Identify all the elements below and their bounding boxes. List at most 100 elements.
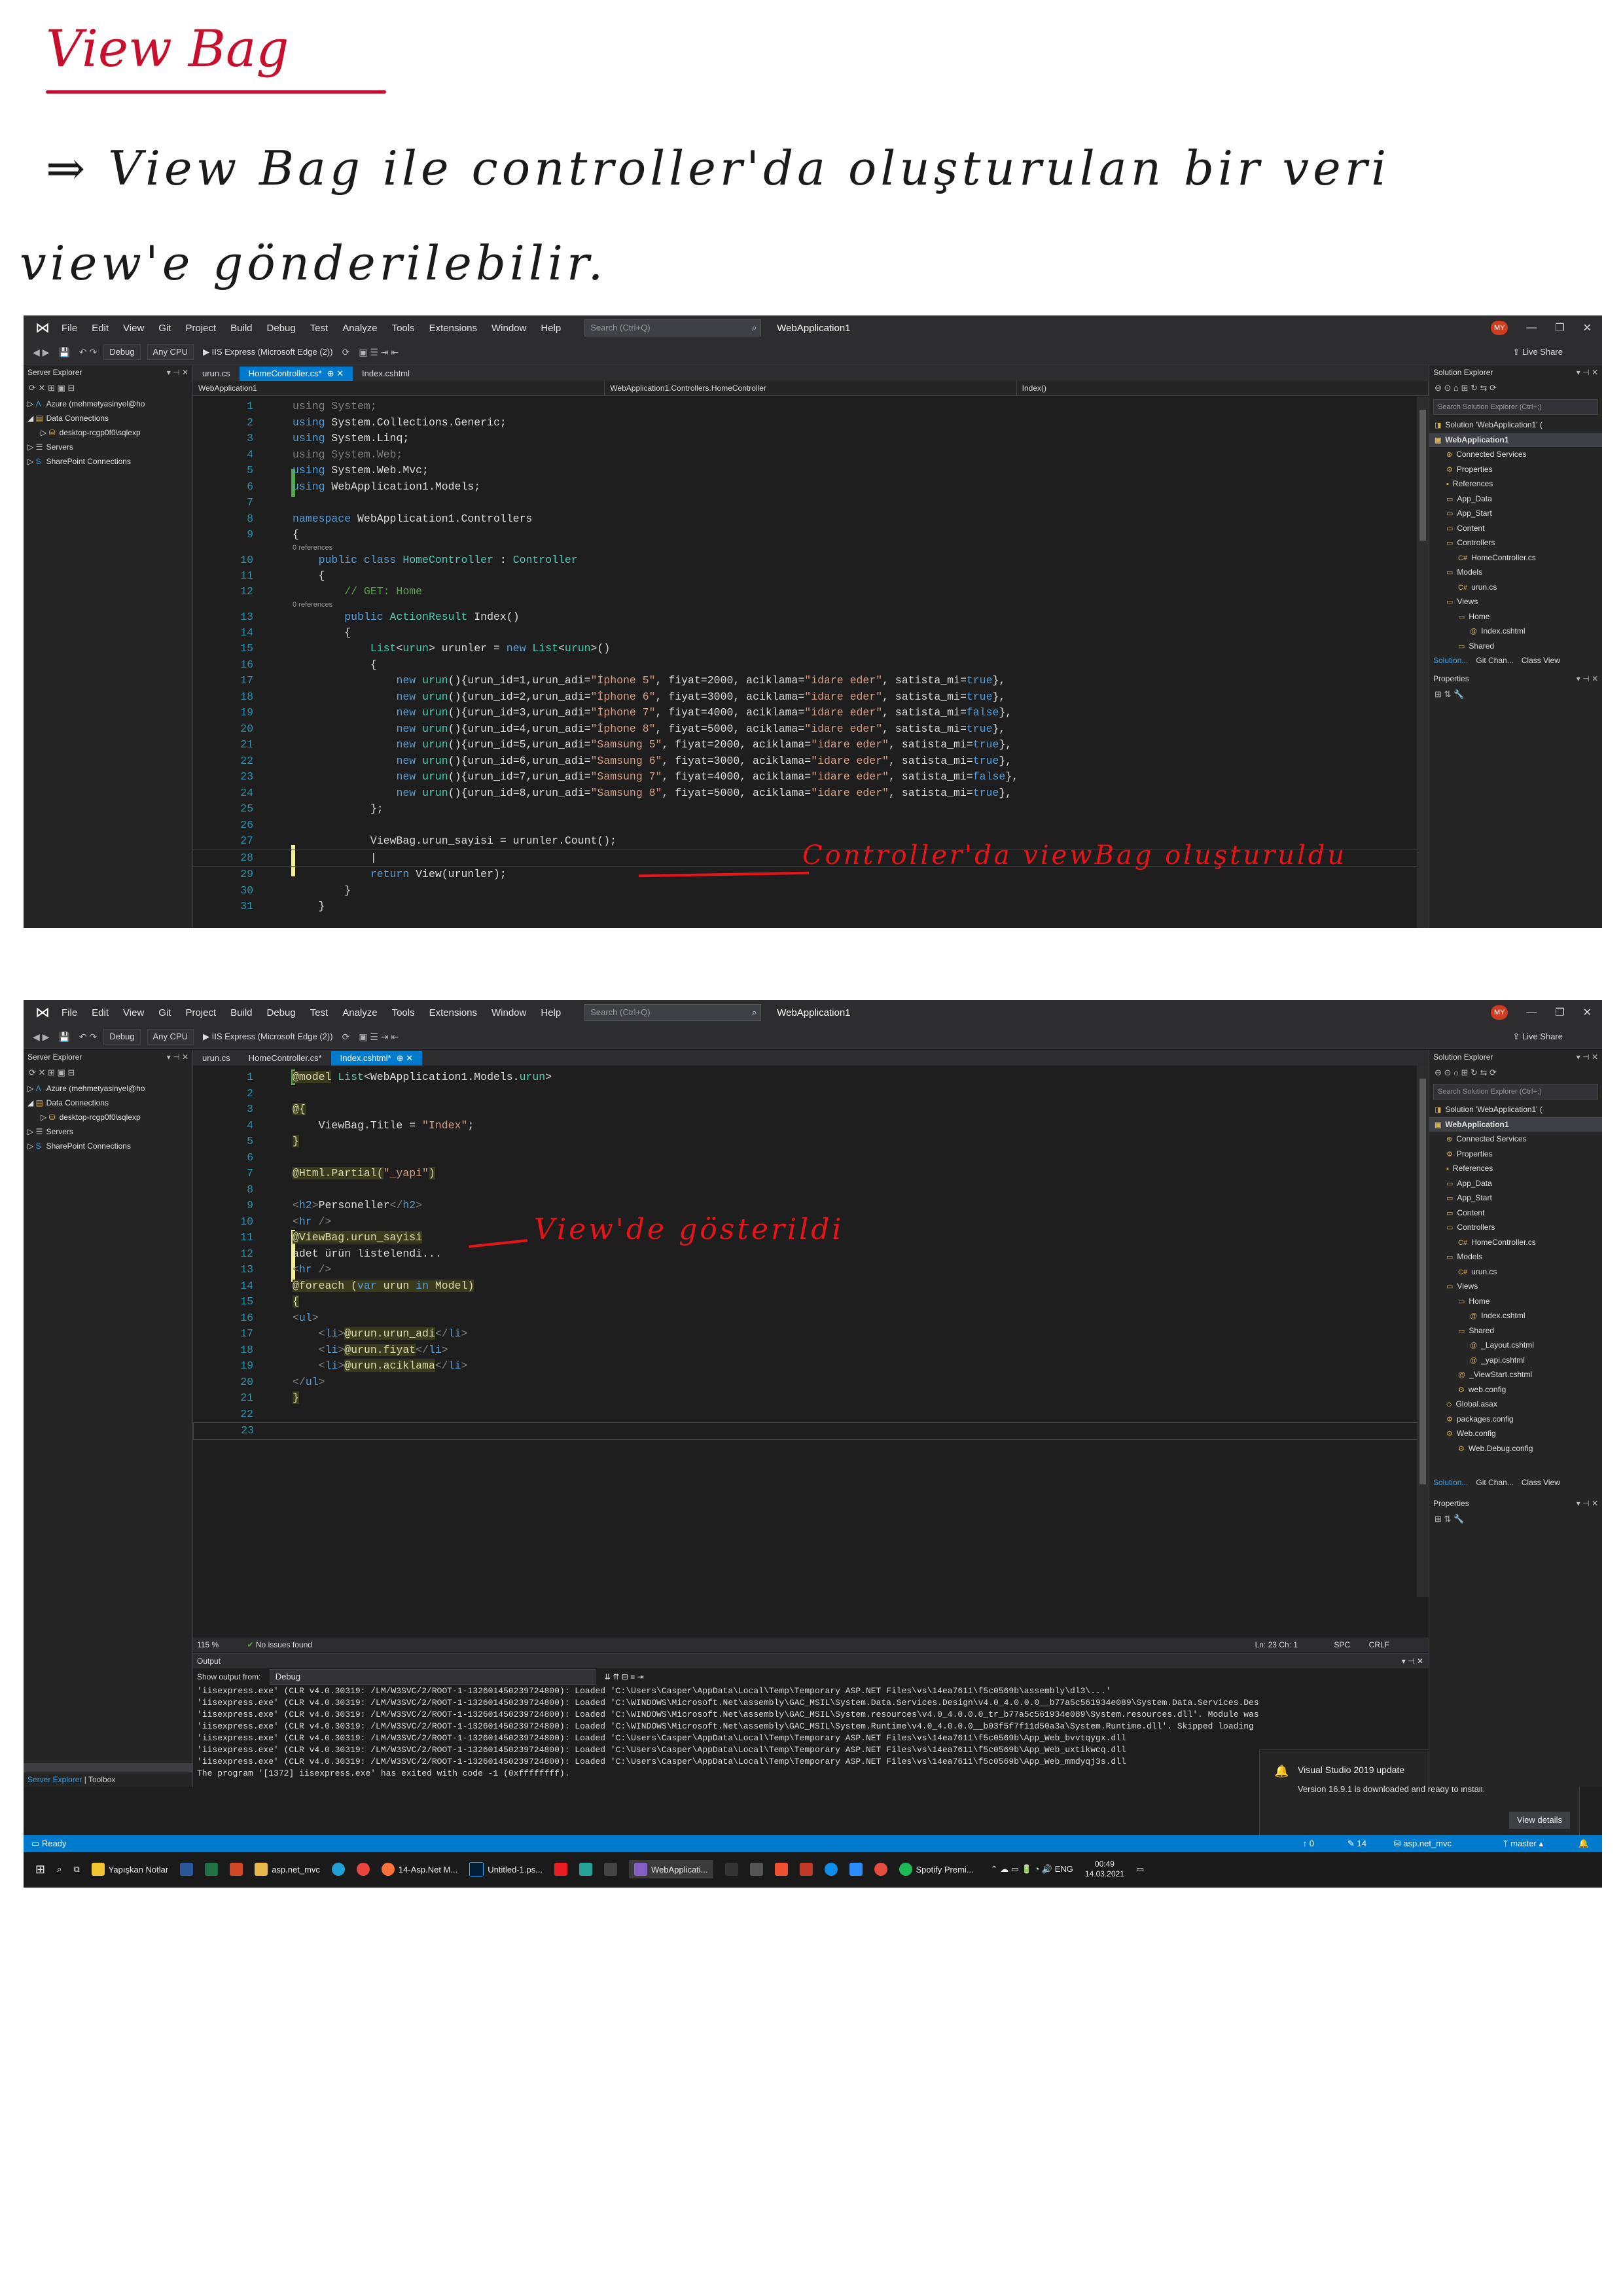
edge-icon[interactable] <box>331 1863 345 1876</box>
properties-tools[interactable]: ⊞ ⇅ 🔧 <box>1429 686 1602 703</box>
line-ending[interactable]: CRLF <box>1369 1638 1389 1652</box>
solution-tree-item[interactable]: ▭ Home <box>1429 1294 1602 1309</box>
solution-tree-item[interactable]: ⊛ Connected Services <box>1429 1132 1602 1147</box>
run-button[interactable]: ▶ IIS Express (Microsoft Edge (2)) <box>203 347 333 357</box>
references-hint[interactable]: 0 references <box>293 543 578 552</box>
solution-tree-item[interactable]: @ Index.cshtml <box>1429 1308 1602 1323</box>
tree-item-azure[interactable]: ▷ Λ Azure (mehmetyasinyel@ho <box>24 397 192 411</box>
app-icon[interactable] <box>579 1863 593 1876</box>
solution-tree-item[interactable]: ▭ Controllers <box>1429 535 1602 550</box>
tab-homecontroller[interactable]: HomeController.cs* ⊕ ✕ <box>239 367 353 381</box>
editor-scrollbar[interactable] <box>1417 1066 1429 1597</box>
solution-tree-item[interactable]: ▭ Models <box>1429 565 1602 580</box>
tab-homecontroller[interactable]: HomeController.cs* <box>240 1051 331 1066</box>
menu-analyze[interactable]: Analyze <box>342 1007 377 1018</box>
menu-git[interactable]: Git <box>158 1007 171 1018</box>
live-share-button[interactable]: ⇪ Live Share <box>1512 347 1563 357</box>
tab-git-changes[interactable]: Git Chan... <box>1476 1475 1513 1490</box>
solution-explorer-tools[interactable]: ⊖ ⊙ ⌂ ⊞ ↻ ⇆ ⟳ <box>1429 380 1602 397</box>
code-editor[interactable]: 1 @model List<WebApplication1.Models.urun… <box>193 1066 1429 1440</box>
record-icon[interactable] <box>874 1863 887 1876</box>
search-input[interactable]: Search (Ctrl+Q) ⌕ <box>584 1004 762 1021</box>
spacing-mode[interactable]: SPC <box>1334 1638 1350 1652</box>
menu-window[interactable]: Window <box>491 323 526 334</box>
menu-window[interactable]: Window <box>491 1007 526 1018</box>
tab-index-cshtml[interactable]: Index.cshtml* ⊕ ✕ <box>330 1051 423 1066</box>
taskbar-folder[interactable]: asp.net_mvc <box>255 1863 320 1876</box>
tab-git-changes[interactable]: Git Chan... <box>1476 653 1513 668</box>
bookmark-icon[interactable]: ▣ ☰ ⇥ ⇤ <box>359 347 399 358</box>
repo-indicator[interactable]: ⛁ asp.net_mvc <box>1394 1835 1452 1852</box>
scroll-thumb[interactable] <box>1419 410 1426 541</box>
notification-center-icon[interactable]: ▭ <box>1136 1864 1144 1874</box>
pin-icon[interactable]: ▾ ⊣ ✕ <box>1577 1050 1598 1064</box>
solution-tree-item[interactable]: ▭ Content <box>1429 521 1602 536</box>
solution-tree-item[interactable]: ▭ Views <box>1429 594 1602 609</box>
changes-indicator[interactable]: ✎ 14 <box>1347 1835 1366 1852</box>
menu-project[interactable]: Project <box>185 1007 216 1018</box>
settings-icon[interactable] <box>749 1863 763 1876</box>
menu-tools[interactable]: Tools <box>392 1007 415 1018</box>
close-icon[interactable]: ✕ <box>1583 1006 1592 1019</box>
avatar[interactable]: MY <box>1491 321 1508 335</box>
tree-item-servers[interactable]: ▷ ☰ Servers <box>24 440 192 454</box>
taskbar-spotify[interactable]: Spotify Premi... <box>899 1863 974 1876</box>
tab-class-view[interactable]: Class View <box>1522 653 1560 668</box>
minimize-icon[interactable]: — <box>1526 1007 1537 1018</box>
minimize-icon[interactable]: — <box>1526 322 1537 334</box>
pin-icon[interactable]: ▾ ⊣ ✕ <box>1577 672 1598 686</box>
menu-test[interactable]: Test <box>310 323 329 334</box>
search-input[interactable]: Search (Ctrl+Q) ⌕ <box>584 319 762 336</box>
menu-extensions[interactable]: Extensions <box>429 323 477 334</box>
refresh-icon[interactable]: ⟳ <box>342 1031 350 1043</box>
menu-analyze[interactable]: Analyze <box>342 323 377 334</box>
git-icon[interactable] <box>774 1863 788 1876</box>
zoom-icon[interactable] <box>849 1863 863 1876</box>
solution-tree-item[interactable]: C# urun.cs <box>1429 1265 1602 1280</box>
solution-tree-item[interactable]: ▣ WebApplication1 <box>1429 432 1602 447</box>
windows-start-icon[interactable]: ⊞ <box>35 1863 45 1876</box>
editor-scrollbar[interactable] <box>1417 397 1429 928</box>
live-share-button[interactable]: ⇪ Live Share <box>1512 1031 1563 1042</box>
solution-tree-item[interactable]: ▪ References <box>1429 1161 1602 1176</box>
solution-tree-item[interactable]: ⊛ Connected Services <box>1429 447 1602 462</box>
zoom-level[interactable]: 115 % <box>197 1640 219 1649</box>
solution-tree-item[interactable]: ⚙ Properties <box>1429 462 1602 477</box>
nav-member[interactable]: Index() <box>1017 381 1429 395</box>
menu-edit[interactable]: Edit <box>92 1007 109 1018</box>
terminal-icon[interactable] <box>724 1863 738 1876</box>
solution-tree-item[interactable]: ▭ Controllers <box>1429 1220 1602 1235</box>
menu-build[interactable]: Build <box>230 1007 252 1018</box>
menu-tools[interactable]: Tools <box>392 323 415 334</box>
notifications-icon[interactable]: 🔔 <box>1578 1835 1589 1852</box>
pin-icon[interactable]: ▾ ⊣ ✕ <box>167 1050 188 1064</box>
solution-tree-item[interactable]: ▣ WebApplication1 <box>1429 1117 1602 1132</box>
task-view-icon[interactable]: ⧉ <box>73 1864 79 1874</box>
tree-item-azure[interactable]: ▷ Λ Azure (mehmetyasinyel@ho <box>24 1081 192 1096</box>
pin-icon[interactable]: ▾ ⊣ ✕ <box>1577 1496 1598 1511</box>
config-select[interactable]: Debug <box>103 1029 141 1045</box>
solution-search-input[interactable]: Search Solution Explorer (Ctrl+;) <box>1433 1084 1598 1100</box>
code-editor[interactable]: 1 using System; 2 using System.Collections… <box>193 396 1429 915</box>
tab-solution[interactable]: Solution... <box>1433 653 1468 668</box>
tools-icon[interactable] <box>604 1863 618 1876</box>
view-details-button[interactable]: View details <box>1508 1812 1570 1829</box>
branch-indicator[interactable]: ᛘ master ▴ <box>1503 1835 1543 1852</box>
nav-class[interactable]: WebApplication1.Controllers.HomeControll… <box>605 381 1017 395</box>
references-hint[interactable]: 0 references <box>293 600 520 609</box>
tree-item-servers[interactable]: ▷ ☰ Servers <box>24 1124 192 1139</box>
properties-tools[interactable]: ⊞ ⇅ 🔧 <box>1429 1511 1602 1528</box>
powerpoint-icon[interactable] <box>230 1863 243 1876</box>
solution-tree-item[interactable]: ⚙ packages.config <box>1429 1412 1602 1427</box>
solution-tree-item[interactable]: ▪ References <box>1429 476 1602 492</box>
solution-explorer-tools[interactable]: ⊖ ⊙ ⌂ ⊞ ↻ ⇆ ⟳ <box>1429 1064 1602 1081</box>
menu-view[interactable]: View <box>123 323 144 334</box>
solution-tree-item[interactable]: @ Index.cshtml <box>1429 624 1602 639</box>
clock[interactable]: 00:49 14.03.2021 <box>1085 1859 1124 1879</box>
config-select[interactable]: Debug <box>103 344 141 360</box>
taskbar-firefox[interactable]: 14-Asp.Net M... <box>381 1863 457 1876</box>
system-tray-icons[interactable]: ⌃ ☁ ▭ 🔋 ◔ 🔊 ENG <box>991 1864 1073 1874</box>
pin-icon[interactable]: ▾ ⊣ ✕ <box>167 365 188 380</box>
tree-item-sqlexpress[interactable]: ▷ ⛁ desktop-rcgp0f0\sqlexp <box>24 1110 192 1124</box>
menu-edit[interactable]: Edit <box>92 323 109 334</box>
